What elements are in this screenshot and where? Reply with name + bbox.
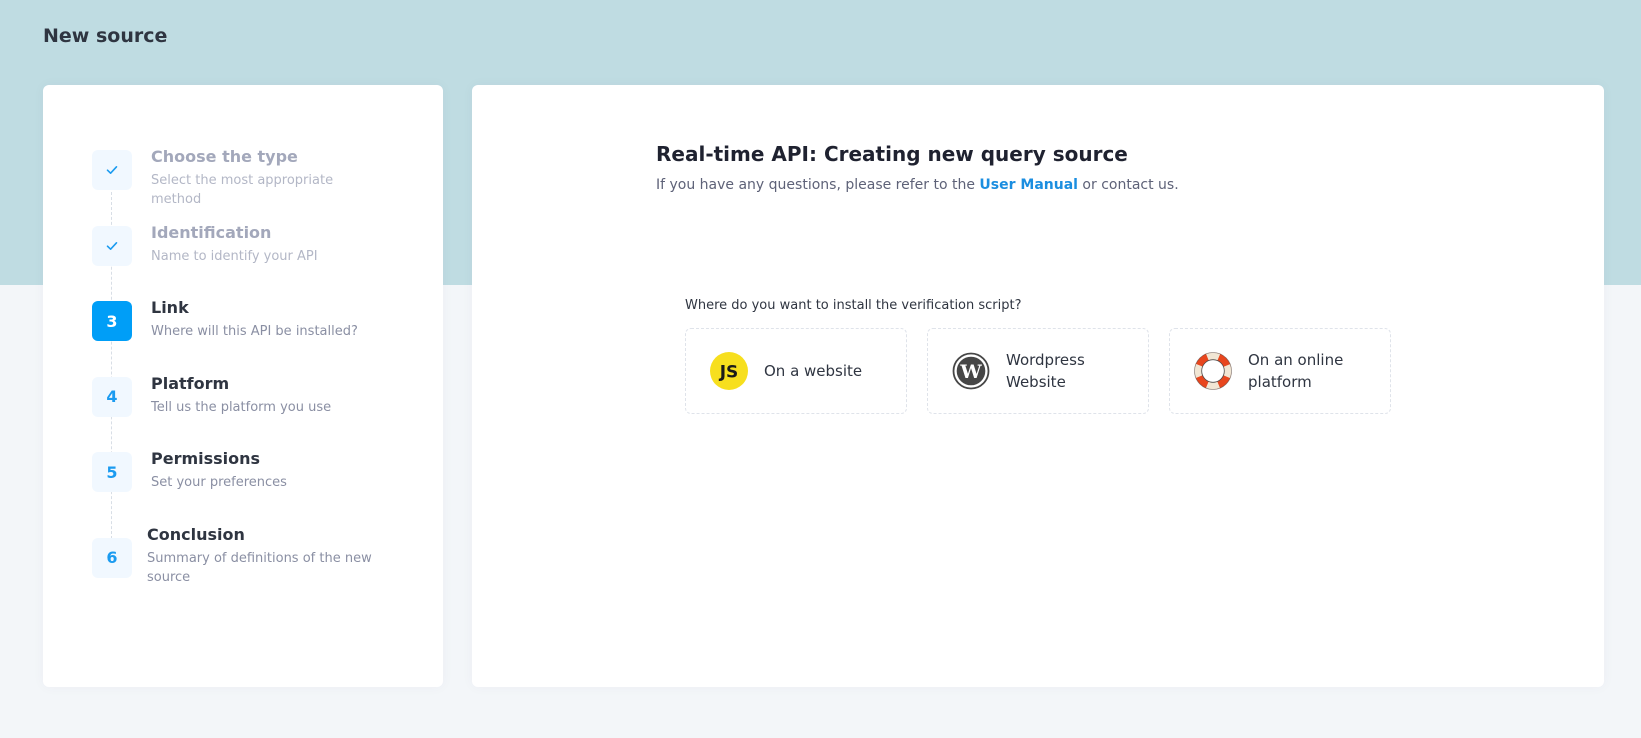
step-number: 5 xyxy=(92,452,132,492)
step-description: Name to identify your API xyxy=(151,248,318,264)
step-number: 4 xyxy=(92,376,132,417)
option-label: On an online platform xyxy=(1248,351,1344,391)
step-choose-type[interactable]: Choose the type Select the most appropri… xyxy=(92,147,386,226)
option-label: On a website xyxy=(764,362,863,380)
help-text-prefix: If you have any questions, please refer … xyxy=(656,177,975,193)
section-heading: Real-time API: Creating new query source xyxy=(656,142,1128,166)
svg-text:W: W xyxy=(959,361,982,383)
step-description: Where will this API be installed? xyxy=(151,324,358,339)
option-online-platform[interactable]: On an online platform xyxy=(1169,328,1391,414)
step-description: Set your preferences xyxy=(151,475,287,490)
help-text-suffix: or contact us. xyxy=(1082,177,1179,193)
step-description: Select the most appropriate method xyxy=(151,173,334,207)
step-title: Conclusion xyxy=(147,524,245,544)
step-link[interactable]: 3 Link Where will this API be installed? xyxy=(92,298,386,377)
step-title: Choose the type xyxy=(151,147,298,166)
option-wordpress[interactable]: W Wordpress Website xyxy=(927,328,1149,414)
svg-text:JS: JS xyxy=(719,363,739,383)
lifebuoy-icon xyxy=(1194,352,1232,390)
step-identification[interactable]: Identification Name to identify your API xyxy=(92,222,386,302)
step-description: Summary of definitions of the new source xyxy=(147,550,372,585)
help-text: If you have any questions, please refer … xyxy=(656,177,1179,193)
install-options: JS On a website W Wordpress Website On a… xyxy=(685,328,1391,414)
option-website[interactable]: JS On a website xyxy=(685,328,907,414)
step-platform[interactable]: 4 Platform Tell us the platform you use xyxy=(92,373,386,453)
step-conclusion[interactable]: 6 Conclusion Summary of definitions of t… xyxy=(92,524,386,618)
wordpress-icon: W xyxy=(952,352,990,390)
content-panel: Real-time API: Creating new query source… xyxy=(472,85,1604,687)
step-title: Link xyxy=(151,298,189,317)
step-title: Platform xyxy=(151,373,230,393)
step-number: 3 xyxy=(92,301,132,341)
stepper-panel: Choose the type Select the most appropri… xyxy=(43,85,443,687)
javascript-icon: JS xyxy=(710,352,748,390)
step-number: 6 xyxy=(92,537,132,578)
check-icon xyxy=(92,150,132,190)
step-title: Permissions xyxy=(151,449,261,468)
step-permissions[interactable]: 5 Permissions Set your preferences xyxy=(92,449,386,528)
step-title: Identification xyxy=(151,222,272,242)
check-icon xyxy=(92,225,132,266)
install-question: Where do you want to install the verific… xyxy=(685,298,1022,313)
option-label: Wordpress Website xyxy=(1006,351,1085,391)
user-manual-link[interactable]: User Manual xyxy=(979,177,1078,193)
page-title: New source xyxy=(43,25,168,47)
step-description: Tell us the platform you use xyxy=(151,399,332,415)
stepper: Choose the type Select the most appropri… xyxy=(92,147,386,618)
